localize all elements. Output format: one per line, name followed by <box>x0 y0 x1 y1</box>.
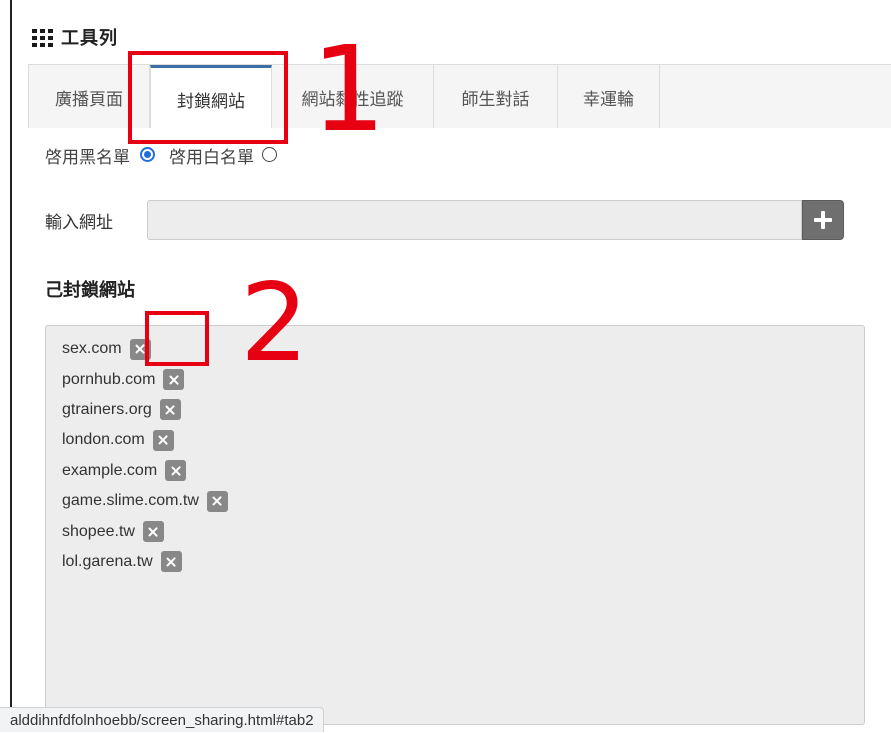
remove-site-button[interactable] <box>160 551 182 573</box>
plus-icon <box>814 211 832 229</box>
toolbar-header: 工具列 <box>32 23 118 51</box>
blocked-sites-list: sex.com pornhub.com gtrainers.org london… <box>62 334 228 577</box>
window-left-border <box>10 0 12 732</box>
tab-teacher-student-chat[interactable]: 師生對話 <box>434 65 558 129</box>
url-input-label: 輸入網址 <box>45 212 113 232</box>
remove-site-button[interactable] <box>152 429 174 451</box>
toolbar-title: 工具列 <box>61 28 118 48</box>
close-icon <box>135 344 145 354</box>
status-bar-url: alddihnfdfolnhoebb/screen_sharing.html#t… <box>0 707 324 732</box>
annotation-number-1: 1 <box>311 20 387 158</box>
whitelist-label: 啓用白名單 <box>169 148 254 167</box>
remove-site-button[interactable] <box>159 399 181 421</box>
add-url-button[interactable] <box>802 200 844 240</box>
close-icon <box>166 557 176 567</box>
site-name: game.slime.com.tw <box>62 492 199 510</box>
close-icon <box>212 496 222 506</box>
site-name: pornhub.com <box>62 370 156 388</box>
site-name: london.com <box>62 431 145 449</box>
site-name: gtrainers.org <box>62 400 152 418</box>
tab-lucky-wheel[interactable]: 幸運輪 <box>558 65 660 129</box>
list-item: gtrainers.org <box>62 395 228 425</box>
close-icon <box>148 527 158 537</box>
close-icon <box>165 405 175 415</box>
site-name: example.com <box>62 461 158 479</box>
site-name: sex.com <box>62 340 122 358</box>
close-icon <box>158 435 168 445</box>
list-item: pornhub.com <box>62 364 228 394</box>
remove-site-button[interactable] <box>163 369 185 391</box>
blacklist-radio[interactable] <box>140 147 155 162</box>
remove-site-button[interactable] <box>142 521 164 543</box>
filter-mode-row: 啓用黑名單 啓用白名單 <box>45 143 291 168</box>
site-name: lol.garena.tw <box>62 552 153 570</box>
url-entry-row: 輸入網址 <box>45 200 844 240</box>
list-item: example.com <box>62 456 228 486</box>
list-item: lol.garena.tw <box>62 547 228 577</box>
site-name: shopee.tw <box>62 522 135 540</box>
list-item: shopee.tw <box>62 516 228 546</box>
list-item: game.slime.com.tw <box>62 486 228 516</box>
blocked-sites-title: 己封鎖網站 <box>45 280 135 300</box>
remove-site-button[interactable] <box>206 490 228 512</box>
blocked-sites-box: sex.com pornhub.com gtrainers.org london… <box>45 325 865 725</box>
annotation-box-2 <box>145 311 209 366</box>
blacklist-label: 啓用黑名單 <box>45 148 130 167</box>
list-item: london.com <box>62 425 228 455</box>
remove-site-button[interactable] <box>165 460 187 482</box>
grid-icon <box>32 28 53 47</box>
close-icon <box>171 466 181 476</box>
whitelist-radio[interactable] <box>262 147 277 162</box>
url-input[interactable] <box>147 200 802 240</box>
close-icon <box>169 375 179 385</box>
annotation-number-2: 2 <box>240 261 309 386</box>
annotation-box-1 <box>128 51 288 144</box>
